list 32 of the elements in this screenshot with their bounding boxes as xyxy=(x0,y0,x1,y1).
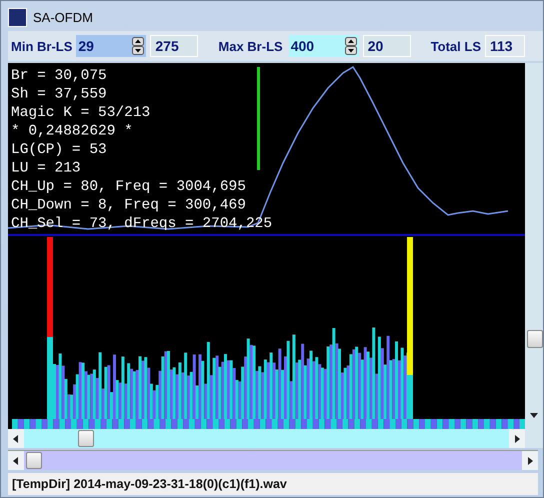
spin-arrows-icon[interactable] xyxy=(344,37,357,55)
window-title: SA-OFDM xyxy=(33,10,93,24)
vertical-scrollbar[interactable] xyxy=(525,63,543,448)
scroll-thumb[interactable] xyxy=(78,430,94,447)
right-arrow-icon[interactable] xyxy=(527,456,533,464)
spin-field[interactable]: 29 xyxy=(76,35,146,57)
readout-text: CH_Up = 80, Freq = 3004,695 xyxy=(11,179,246,195)
left-arrow-icon[interactable] xyxy=(13,434,19,442)
total-field: 113 xyxy=(485,35,525,57)
readout-field: 275 xyxy=(150,35,198,57)
spin-label: Max Br-LS xyxy=(218,38,283,54)
readout-text: Sh = 37,559 xyxy=(11,86,107,102)
horizontal-scrollbar[interactable] xyxy=(8,429,525,448)
readout-field: 20 xyxy=(362,35,411,57)
scroll-thumb[interactable] xyxy=(527,330,543,348)
spin-arrows-icon[interactable] xyxy=(132,37,144,55)
readout-text: * 0,24882629 * xyxy=(11,124,133,140)
readout-text: LU = 213 xyxy=(11,160,81,176)
down-arrow-icon[interactable] xyxy=(530,412,538,418)
status-bar: [TempDir] 2014-may-09-23-31-18(0)(c1)(f1).wav xyxy=(8,473,538,495)
readout-text: Magic K = 53/213 xyxy=(11,105,150,121)
scroll-thumb[interactable] xyxy=(26,452,42,469)
horizontal-scrollbar[interactable] xyxy=(8,450,538,470)
left-arrow-icon[interactable] xyxy=(13,456,19,464)
app-logo-icon xyxy=(8,8,27,26)
right-arrow-icon[interactable] xyxy=(514,434,520,442)
spin-field[interactable]: 400 xyxy=(288,35,359,57)
readout-text: LG(CP) = 53 xyxy=(11,142,107,158)
spin-label: Min Br-LS xyxy=(11,38,72,54)
total-label: Total LS xyxy=(430,38,481,54)
readout-text: Br = 30,075 xyxy=(11,68,107,84)
readout-text: CH_Down = 8, Freq = 300,469 xyxy=(11,198,246,214)
